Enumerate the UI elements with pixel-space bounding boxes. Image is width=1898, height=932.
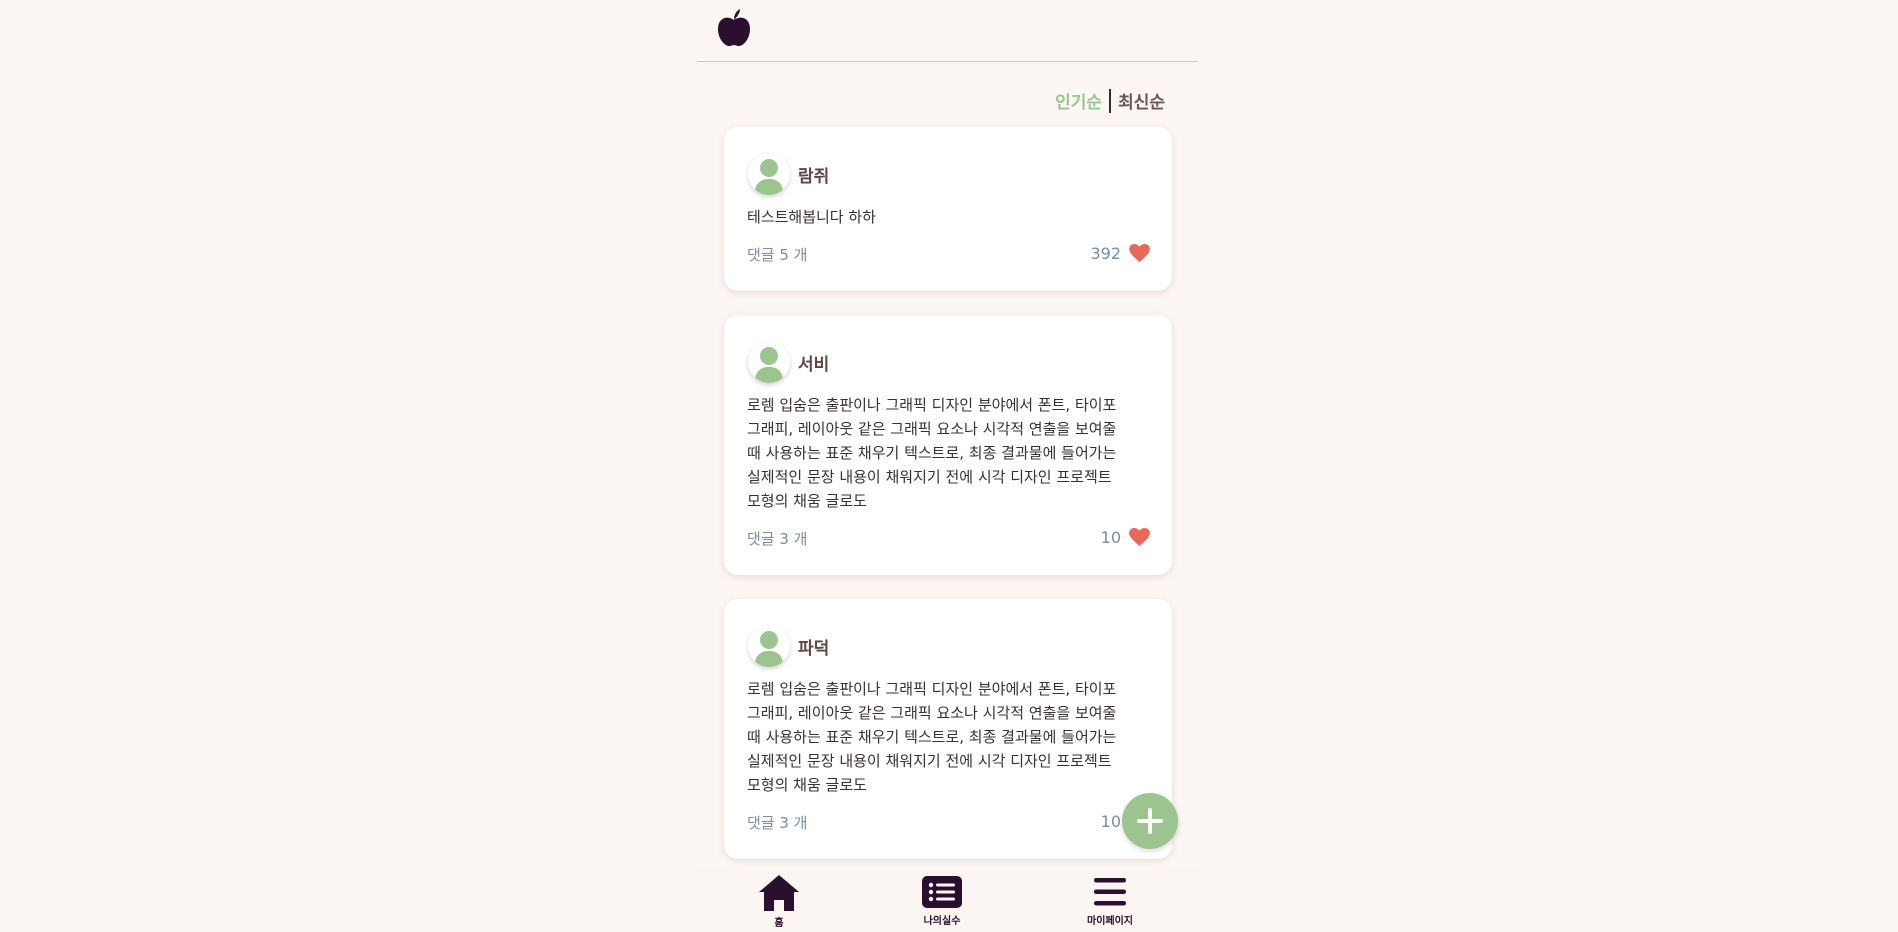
nav-my-mistakes-label: 나의실수 xyxy=(923,916,961,927)
sort-latest[interactable]: 최신순 xyxy=(1118,88,1165,113)
post-card[interactable]: 파덕 로렘 입숨은 출판이나 그래픽 디자인 분야에서 폰트, 타이포그래피, … xyxy=(724,599,1172,859)
like-count: 10 xyxy=(1100,528,1121,547)
author-name: 람쥐 xyxy=(798,166,830,187)
plus-icon xyxy=(1137,808,1163,834)
add-post-button[interactable] xyxy=(1122,793,1178,849)
author-name: 서비 xyxy=(798,354,830,375)
like-count: 10 xyxy=(1100,812,1121,831)
nav-home[interactable]: 홈 xyxy=(734,874,824,929)
avatar xyxy=(748,153,790,195)
nav-my-page-label: 마이페이지 xyxy=(1087,916,1133,927)
avatar xyxy=(748,625,790,667)
bottom-navbar: 홈 나의실수 마이페이지 xyxy=(697,868,1198,932)
post-card[interactable]: 람쥐 테스트해봅니다 하하 댓글 5 개 392 xyxy=(724,127,1172,291)
sort-divider xyxy=(1109,88,1112,113)
comment-count[interactable]: 댓글 5 개 xyxy=(747,244,807,265)
heart-icon[interactable] xyxy=(1129,528,1150,547)
like-area: 10 xyxy=(1101,528,1150,547)
menu-icon xyxy=(1094,878,1126,906)
heart-icon[interactable] xyxy=(1129,244,1150,263)
header xyxy=(697,0,1198,62)
post-content: 로렘 입숨은 출판이나 그래픽 디자인 분야에서 폰트, 타이포그래피, 레이아… xyxy=(747,396,1117,510)
post-content: 테스트해봅니다 하하 xyxy=(747,208,876,226)
sort-toggle: 인기순 최신순 xyxy=(1055,88,1165,113)
avatar xyxy=(748,341,790,383)
like-count: 392 xyxy=(1090,244,1121,263)
post-author: 람쥐 xyxy=(748,153,829,195)
post-author: 서비 xyxy=(748,341,829,383)
sort-popular[interactable]: 인기순 xyxy=(1055,88,1102,113)
comment-count[interactable]: 댓글 3 개 xyxy=(747,812,807,833)
app-container: 인기순 최신순 람쥐 테스트해봅니다 하하 댓글 5 개 392 서비 로렘 입… xyxy=(697,0,1198,932)
post-content: 로렘 입숨은 출판이나 그래픽 디자인 분야에서 폰트, 타이포그래피, 레이아… xyxy=(747,680,1117,794)
nav-home-label: 홈 xyxy=(774,918,784,929)
apple-icon[interactable] xyxy=(717,8,751,48)
nav-my-mistakes[interactable]: 나의실수 xyxy=(897,874,987,927)
home-icon xyxy=(759,875,799,911)
list-icon xyxy=(922,876,962,908)
author-name: 파덕 xyxy=(798,638,830,659)
comment-count[interactable]: 댓글 3 개 xyxy=(747,528,807,549)
post-author: 파덕 xyxy=(748,625,829,667)
post-card[interactable]: 서비 로렘 입숨은 출판이나 그래픽 디자인 분야에서 폰트, 타이포그래피, … xyxy=(724,315,1172,575)
like-area: 392 xyxy=(1090,244,1150,263)
nav-my-page[interactable]: 마이페이지 xyxy=(1065,874,1155,927)
